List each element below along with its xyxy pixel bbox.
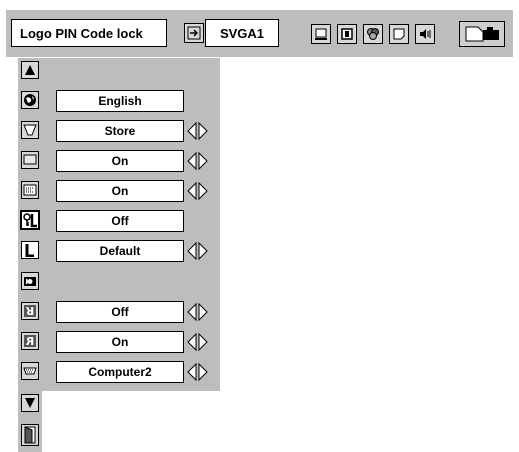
rear-arrows[interactable] xyxy=(186,332,210,352)
blue-back-icon[interactable] xyxy=(21,151,39,169)
ceiling-arrows[interactable] xyxy=(186,302,210,322)
display-arrows[interactable] xyxy=(186,181,210,201)
logo-select-arrows[interactable] xyxy=(186,241,210,261)
terminal-icon[interactable] xyxy=(21,362,39,380)
rear-icon[interactable]: R xyxy=(21,332,39,350)
keystone-arrows[interactable] xyxy=(186,121,210,141)
logo-select-icon[interactable] xyxy=(21,241,39,259)
rear-value[interactable]: On xyxy=(56,331,184,353)
blue-back-value[interactable]: On xyxy=(56,150,184,172)
display-value[interactable]: On xyxy=(56,180,184,202)
terminal-arrows[interactable] xyxy=(186,362,210,382)
capture-icon[interactable] xyxy=(21,272,39,290)
up-arrow-icon[interactable] xyxy=(21,61,39,79)
svg-text:R: R xyxy=(25,304,34,317)
display-icon[interactable] xyxy=(21,181,39,199)
ceiling-icon[interactable]: R xyxy=(21,302,39,320)
sound-icon[interactable] xyxy=(415,24,435,44)
input-source-label: SVGA1 xyxy=(205,19,279,47)
logo-pin-lock-icon[interactable] xyxy=(20,210,40,230)
projector-icon[interactable] xyxy=(459,21,505,47)
exit-door-icon[interactable] xyxy=(21,424,39,446)
keystone-icon[interactable] xyxy=(21,121,39,139)
down-arrow-icon[interactable] xyxy=(21,394,39,412)
ceiling-value[interactable]: Off xyxy=(56,301,184,323)
input-icon[interactable] xyxy=(184,23,204,43)
keystone-value[interactable]: Store xyxy=(56,120,184,142)
globe-icon[interactable] xyxy=(21,91,39,109)
setting-icon[interactable] xyxy=(389,24,409,44)
terminal-value[interactable]: Computer2 xyxy=(56,361,184,383)
logo-select-value[interactable]: Default xyxy=(56,240,184,262)
color-icon[interactable] xyxy=(363,24,383,44)
svg-text:R: R xyxy=(25,335,34,348)
blue-back-arrows[interactable] xyxy=(186,151,210,171)
menu-title: Logo PIN Code lock xyxy=(11,19,167,47)
logo-pin-lock-value[interactable]: Off xyxy=(56,210,184,232)
language-value[interactable]: English xyxy=(56,90,184,112)
image-icon[interactable] xyxy=(337,24,357,44)
screen-icon[interactable] xyxy=(311,24,331,44)
